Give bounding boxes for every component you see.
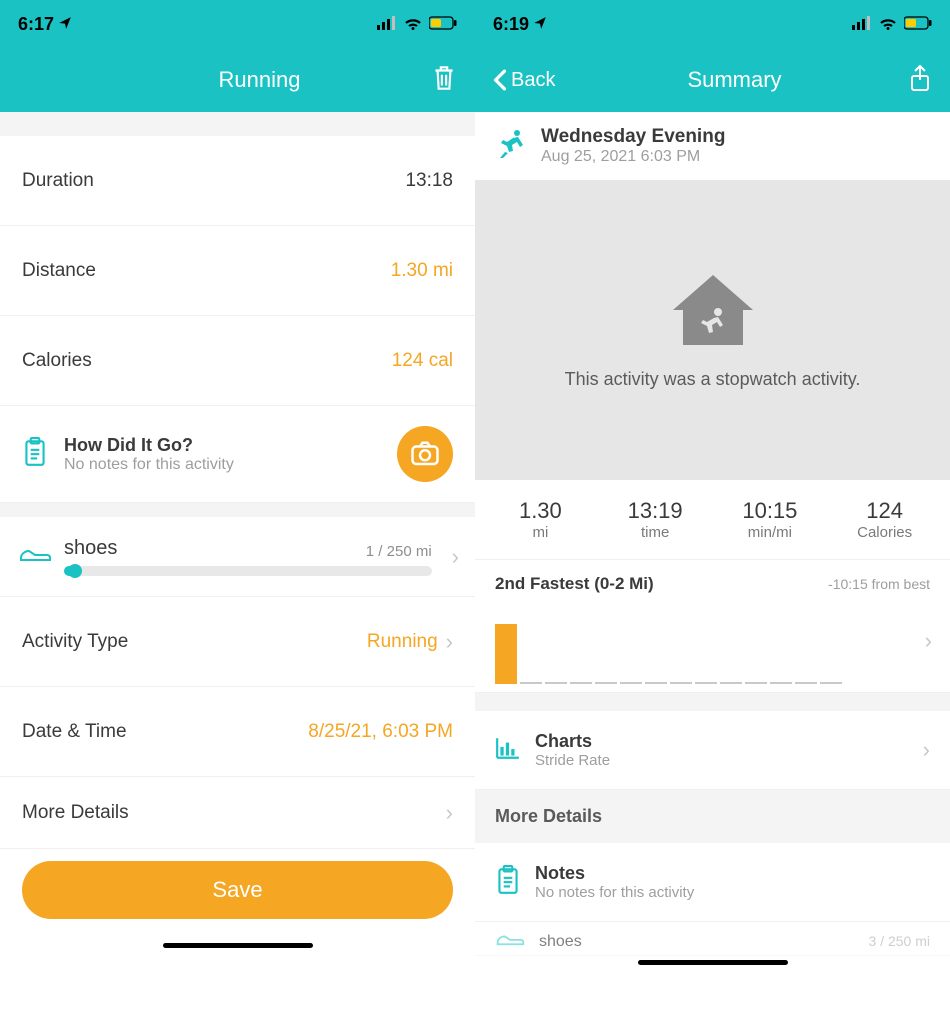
- charts-subtitle: Stride Rate: [535, 752, 901, 769]
- battery-icon: [429, 14, 457, 35]
- more-details-header: More Details: [475, 790, 950, 843]
- duration-label: Duration: [22, 170, 94, 192]
- shoes-label: shoes: [539, 933, 582, 951]
- share-icon[interactable]: [908, 64, 932, 97]
- header: Back Summary: [475, 48, 950, 112]
- chevron-right-icon: ›: [925, 628, 932, 654]
- screen-summary: 6:19 Back Summa: [475, 0, 950, 1024]
- shoes-row[interactable]: shoes 1 / 250 mi ›: [0, 517, 475, 597]
- duration-row[interactable]: Duration 13:18: [0, 136, 475, 226]
- home-indicator: [638, 960, 788, 965]
- shoe-icon: [495, 928, 525, 955]
- more-details-row[interactable]: More Details ›: [0, 777, 475, 849]
- chevron-right-icon: ›: [923, 737, 930, 763]
- chevron-right-icon: ›: [446, 800, 453, 826]
- charts-title: Charts: [535, 731, 901, 752]
- spacer: [475, 693, 950, 711]
- summary-subtitle: Aug 25, 2021 6:03 PM: [541, 148, 725, 166]
- shoes-miles: 3 / 250 mi: [869, 933, 930, 951]
- screen-running: 6:17 Running: [0, 0, 475, 1024]
- shoes-label: shoes: [64, 537, 117, 560]
- map-placeholder-text: This activity was a stopwatch activity.: [565, 369, 861, 390]
- activity-type-label: Activity Type: [22, 631, 128, 653]
- distance-label: Distance: [22, 260, 96, 282]
- wifi-icon: [878, 14, 898, 35]
- bar-chart-icon: [495, 736, 521, 765]
- trash-icon[interactable]: [431, 63, 457, 98]
- back-label: Back: [511, 69, 555, 92]
- summary-title: Wednesday Evening: [541, 126, 725, 148]
- fastest-title: 2nd Fastest (0-2 Mi): [495, 574, 654, 594]
- notes-subtitle: No notes for this activity: [64, 456, 234, 474]
- spacer: [0, 112, 475, 136]
- home-indicator: [163, 943, 313, 948]
- date-time-label: Date & Time: [22, 721, 127, 743]
- calories-value: 124 cal: [392, 350, 453, 372]
- fastest-diff: -10:15 from best: [828, 576, 930, 592]
- header: Running: [0, 48, 475, 112]
- date-time-row[interactable]: Date & Time 8/25/21, 6:03 PM: [0, 687, 475, 777]
- calories-row[interactable]: Calories 124 cal: [0, 316, 475, 406]
- save-button[interactable]: Save: [22, 861, 453, 919]
- stat-time: 13:19 time: [598, 498, 713, 541]
- map-placeholder: This activity was a stopwatch activity.: [475, 180, 950, 480]
- cellular-icon: [852, 14, 872, 35]
- distance-value: 1.30 mi: [391, 260, 453, 282]
- shoes-miles: 1 / 250 mi: [366, 543, 432, 560]
- notes-row[interactable]: How Did It Go? No notes for this activit…: [0, 406, 475, 503]
- clipboard-icon: [22, 437, 50, 472]
- chevron-right-icon: ›: [452, 544, 459, 570]
- fastest-block[interactable]: 2nd Fastest (0-2 Mi) -10:15 from best ›: [475, 559, 950, 693]
- shoes-row-preview[interactable]: shoes 3 / 250 mi: [475, 922, 950, 956]
- spacer: [0, 503, 475, 517]
- chevron-right-icon: ›: [446, 629, 453, 655]
- status-bar: 6:19: [475, 0, 950, 48]
- camera-button[interactable]: [397, 426, 453, 482]
- stat-distance: 1.30 mi: [483, 498, 598, 541]
- runner-icon: [495, 128, 527, 165]
- stats-row: 1.30 mi 13:19 time 10:15 min/mi 124 Calo…: [475, 480, 950, 559]
- notes-row[interactable]: Notes No notes for this activity: [475, 843, 950, 922]
- stat-pace: 10:15 min/mi: [713, 498, 828, 541]
- fastest-chart: ›: [495, 604, 930, 684]
- cellular-icon: [377, 14, 397, 35]
- location-arrow-icon: [58, 14, 72, 35]
- status-bar: 6:17: [0, 0, 475, 48]
- date-time-value: 8/25/21, 6:03 PM: [308, 721, 453, 743]
- notes-title: How Did It Go?: [64, 435, 234, 456]
- summary-header: Wednesday Evening Aug 25, 2021 6:03 PM: [475, 112, 950, 180]
- activity-type-value: Running: [367, 631, 438, 653]
- page-title: Running: [108, 67, 411, 93]
- house-runner-icon: [668, 270, 758, 355]
- clipboard-icon: [495, 865, 521, 900]
- wifi-icon: [403, 14, 423, 35]
- more-details-label: More Details: [22, 802, 129, 824]
- notes-subtitle: No notes for this activity: [535, 884, 930, 901]
- distance-row[interactable]: Distance 1.30 mi: [0, 226, 475, 316]
- status-time: 6:19: [493, 14, 529, 35]
- location-arrow-icon: [533, 14, 547, 35]
- shoes-progress: [64, 566, 432, 576]
- charts-row[interactable]: Charts Stride Rate ›: [475, 711, 950, 790]
- back-button[interactable]: Back: [493, 69, 583, 92]
- status-time: 6:17: [18, 14, 54, 35]
- shoe-icon: [18, 542, 52, 571]
- activity-type-row[interactable]: Activity Type Running ›: [0, 597, 475, 687]
- notes-title: Notes: [535, 863, 930, 884]
- page-title: Summary: [583, 67, 886, 93]
- duration-value: 13:18: [405, 170, 453, 192]
- calories-label: Calories: [22, 350, 92, 372]
- stat-calories: 124 Calories: [827, 498, 942, 541]
- battery-icon: [904, 14, 932, 35]
